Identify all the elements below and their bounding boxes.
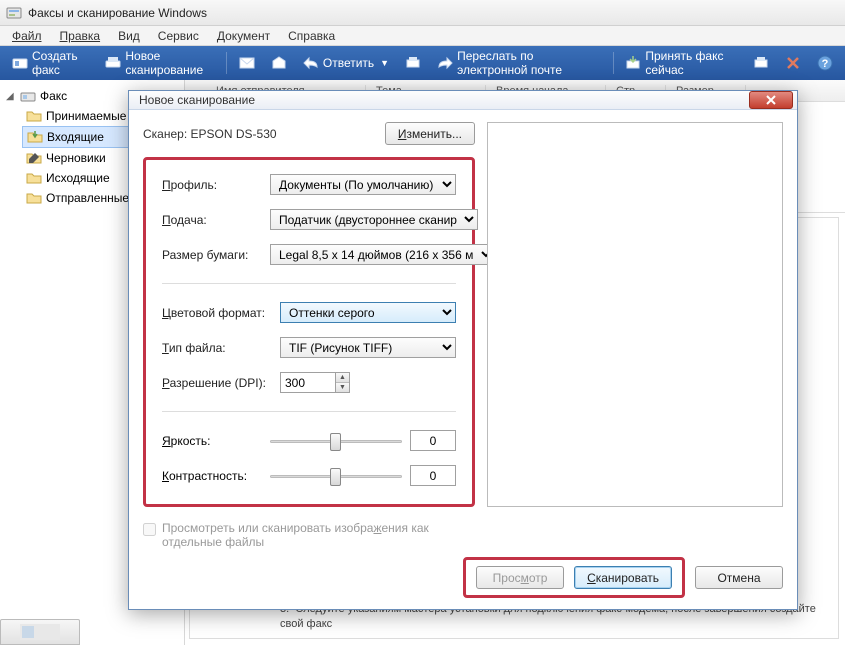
folder-icon [26,108,42,124]
printer-icon [753,55,769,71]
close-icon [765,95,777,105]
cancel-button[interactable]: Отмена [695,566,783,589]
color-format-select[interactable]: Оттенки серого [280,302,456,323]
toolbar-help-icon[interactable]: ? [811,52,839,74]
color-format-label: Цветовой формат: [162,306,272,320]
reply-label: Ответить [323,56,374,70]
delete-icon [785,55,801,71]
new-fax-label: Создать факс [32,49,89,77]
brightness-label: Яркость: [162,434,262,448]
profile-label: Профиль: [162,178,262,192]
contrast-label: Контрастность: [162,469,262,483]
primary-actions-highlight: Просмотр Сканировать [463,557,685,598]
mail-icon [239,55,255,71]
new-scan-label: Новое сканирование [125,49,214,77]
menubar: Файл Правка Вид Сервис Документ Справка [0,26,845,46]
menu-view[interactable]: Вид [110,27,148,45]
preview-button[interactable]: Просмотр [476,566,564,589]
toolbar: Создать факс Новое сканирование Ответить… [0,46,845,80]
dpi-input[interactable] [280,372,335,393]
paper-size-label: Размер бумаги: [162,248,262,262]
separate-files-label: Просмотреть или сканировать изображения … [162,521,463,549]
receive-icon [625,55,641,71]
dialog-preview-column [487,122,783,507]
brightness-value[interactable]: 0 [410,430,456,451]
app-icon [6,5,22,21]
file-type-select[interactable]: TIF (Рисунок TIFF) [280,337,456,358]
scanner-icon [105,55,121,71]
sidebar-item-label: Черновики [46,151,106,165]
new-scan-dialog: Новое сканирование Сканер: EPSON DS-530 … [128,90,798,610]
reply-icon [303,55,319,71]
change-scanner-button[interactable]: Изменить... [385,122,475,145]
print-icon [405,55,421,71]
folder-icon [26,170,42,186]
reply-button[interactable]: Ответить ▼ [297,52,395,74]
receive-label: Принять факс сейчас [645,49,737,77]
dialog-titlebar[interactable]: Новое сканирование [129,91,797,110]
menu-document[interactable]: Документ [209,27,278,45]
sidebar-item-label: Отправленные [46,191,129,205]
menu-edit[interactable]: Правка [52,27,109,45]
toolbar-print-icon[interactable] [747,52,775,74]
tree-expander-icon[interactable]: ◢ [6,91,16,102]
dpi-up-button[interactable]: ▲ [336,373,349,383]
new-scan-button[interactable]: Новое сканирование [99,46,220,80]
sidebar-item-label: Исходящие [46,171,110,185]
folder-icon [26,190,42,206]
dpi-spinner[interactable]: ▲ ▼ [280,372,350,393]
toolbar-btn1[interactable] [233,52,261,74]
menu-tools[interactable]: Сервис [150,27,207,45]
sidebar-item-label: Принимаемые [46,109,126,123]
slider-thumb[interactable] [330,433,341,451]
toolbar-btn2[interactable] [265,52,293,74]
inbox-icon [27,129,43,145]
scan-button[interactable]: Сканировать [574,566,672,589]
menu-help[interactable]: Справка [280,27,343,45]
window-title: Факсы и сканирование Windows [28,6,207,20]
tree-root-label: Факс [40,89,67,103]
scan-preview-area [487,122,783,507]
brightness-slider[interactable] [270,432,402,450]
close-button[interactable] [749,91,793,109]
new-fax-button[interactable]: Создать факс [6,46,95,80]
contrast-slider[interactable] [270,467,402,485]
slider-thumb[interactable] [330,468,341,486]
forward-email-button[interactable]: Переслать по электронной почте [431,46,606,80]
separate-files-checkbox-row: Просмотреть или сканировать изображения … [143,521,463,549]
file-type-label: Тип файла: [162,341,272,355]
fax-machine-icon [20,88,36,104]
paper-size-select[interactable]: Legal 8,5 x 14 дюймов (216 x 356 м [270,244,495,265]
taskbar-thumbnail[interactable] [0,619,80,645]
dpi-label: Разрешение (DPI): [162,376,272,390]
receive-fax-button[interactable]: Принять факс сейчас [619,46,743,80]
scanner-label: Сканер: EPSON DS-530 [143,127,385,141]
help-icon: ? [817,55,833,71]
svg-text:?: ? [822,58,829,70]
separate-files-checkbox [143,523,156,536]
contrast-value[interactable]: 0 [410,465,456,486]
toolbar-btn3[interactable] [399,52,427,74]
fax-icon [12,55,28,71]
source-label: Подача: [162,213,262,227]
sidebar-item-label: Входящие [47,130,104,144]
menu-file[interactable]: Файл [4,27,50,45]
chevron-down-icon: ▼ [380,58,389,68]
toolbar-delete-icon[interactable] [779,52,807,74]
scan-settings-group: Профиль: Документы (По умолчанию) Подача… [143,157,475,507]
window-titlebar: Факсы и сканирование Windows [0,0,845,26]
forward-icon [437,55,453,71]
source-select[interactable]: Податчик (двустороннее сканир [270,209,478,230]
dialog-title: Новое сканирование [139,93,749,107]
dpi-down-button[interactable]: ▼ [336,383,349,392]
profile-select[interactable]: Документы (По умолчанию) [270,174,456,195]
dialog-form-column: Сканер: EPSON DS-530 Изменить... Профиль… [143,122,475,507]
forward-label: Переслать по электронной почте [457,49,600,77]
drafts-icon [26,150,42,166]
mail-open-icon [271,55,287,71]
